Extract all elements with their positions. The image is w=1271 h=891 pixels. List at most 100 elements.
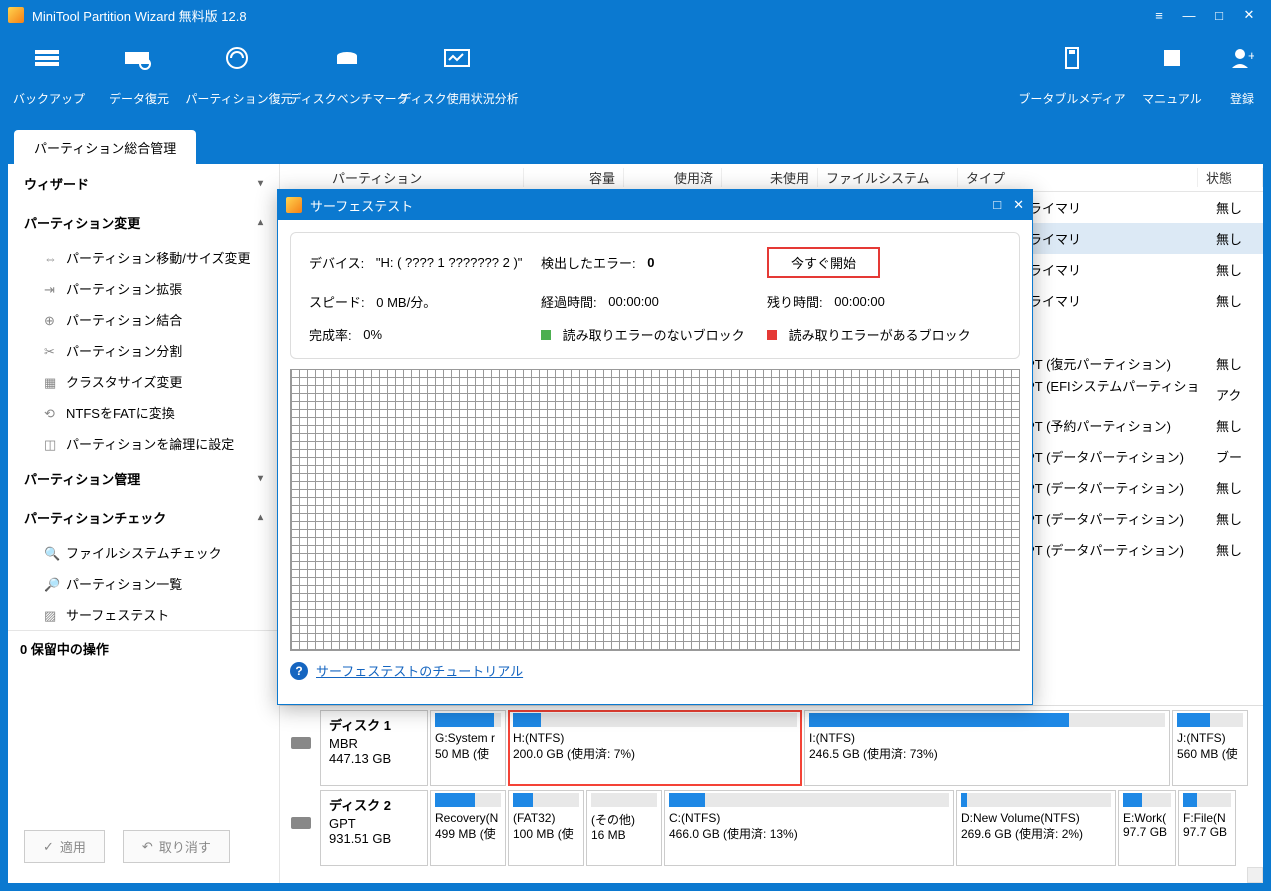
titlebar: MiniTool Partition Wizard 無料版 12.8 ≡ — □… — [0, 0, 1271, 30]
toolbar-manual[interactable]: マニュアル — [1127, 42, 1217, 130]
menu-icon[interactable]: ≡ — [1145, 5, 1173, 25]
dialog-titlebar: サーフェステスト □ ✕ — [278, 190, 1032, 220]
tutorial-link[interactable]: サーフェステストのチュートリアル — [316, 661, 523, 680]
sidebar-item[interactable]: 🔎パーティション一覧 — [8, 568, 279, 599]
sidebar-item[interactable]: ⊕パーティション結合 — [8, 304, 279, 335]
surface-test-dialog: サーフェステスト □ ✕ デバイス: "H: ( ???? 1 ??????? … — [277, 189, 1033, 705]
apply-button[interactable]: ✓適用 — [24, 830, 105, 863]
undo-button[interactable]: ↶取り消す — [123, 830, 230, 863]
chevron-down-icon: ▾ — [258, 178, 263, 189]
info-panel: デバイス: "H: ( ???? 1 ??????? 2 )" 検出したエラー:… — [290, 232, 1020, 359]
disk-partition[interactable]: G:System r50 MB (使 — [430, 710, 506, 786]
toolbar-register[interactable]: +登録 — [1217, 42, 1267, 130]
part-recover-icon — [223, 46, 255, 70]
col-type[interactable]: タイプ — [958, 168, 1198, 187]
toolbar-recover[interactable]: データ復元 — [94, 42, 184, 130]
disk-info[interactable]: ディスク 1MBR447.13 GB — [320, 710, 428, 786]
disk-partition[interactable]: I:(NTFS)246.5 GB (使用済: 73%) — [804, 710, 1170, 786]
col-unused[interactable]: 未使用 — [722, 168, 818, 187]
sidebar-manage-header[interactable]: パーティション管理▾ — [8, 459, 279, 498]
disk-partition[interactable]: Recovery(N499 MB (使 — [430, 790, 506, 866]
minimize-button[interactable]: — — [1175, 5, 1203, 25]
bench-icon — [333, 46, 365, 70]
col-fs[interactable]: ファイルシステム — [818, 168, 958, 187]
user-plus-icon: + — [1226, 46, 1258, 70]
action-icon: ⇥ — [44, 282, 58, 296]
scroll-corner — [1247, 867, 1263, 883]
action-icon: ✂ — [44, 344, 58, 358]
toolbar-bootable[interactable]: ブータブルメディア — [1017, 42, 1127, 130]
chevron-up-icon: ▴ — [258, 512, 263, 523]
usb-icon — [1056, 46, 1088, 70]
undo-icon: ↶ — [142, 839, 153, 855]
close-button[interactable]: ✕ — [1235, 5, 1263, 25]
toolbar-bench[interactable]: ディスクベンチマーク — [294, 42, 404, 130]
disk-partition[interactable]: F:File(N97.7 GB — [1178, 790, 1236, 866]
sidebar-item[interactable]: ▨サーフェステスト — [8, 599, 279, 630]
device-value: "H: ( ???? 1 ??????? 2 )" — [376, 255, 523, 270]
sidebar-item[interactable]: ⇥パーティション拡張 — [8, 273, 279, 304]
backup-icon — [33, 46, 65, 70]
remain-value: 00:00:00 — [834, 294, 885, 309]
error-count: 0 — [647, 255, 654, 270]
start-now-button[interactable]: 今すぐ開始 — [767, 247, 880, 278]
toolbar-usage[interactable]: ディスク使用状況分析 — [404, 42, 514, 130]
book-icon — [1156, 46, 1188, 70]
tab-partition-manage[interactable]: パーティション総合管理 — [14, 130, 196, 164]
disk-map: ディスク 1MBR447.13 GBG:System r50 MB (使H:(N… — [280, 705, 1263, 883]
sidebar-item[interactable]: ✂パーティション分割 — [8, 335, 279, 366]
pending-operations: 0 保留中の操作 — [8, 630, 279, 666]
disk-partition[interactable]: D:New Volume(NTFS)269.6 GB (使用済: 2%) — [956, 790, 1116, 866]
done-value: 0% — [363, 327, 382, 342]
dialog-close-button[interactable]: ✕ — [1013, 197, 1024, 213]
action-icon: 🔍 — [44, 546, 58, 560]
toolbar-backup[interactable]: バックアップ — [4, 42, 94, 130]
svg-text:+: + — [1248, 48, 1254, 63]
app-logo-icon — [8, 7, 24, 23]
app-title: MiniTool Partition Wizard 無料版 12.8 — [32, 6, 247, 25]
sidebar-item[interactable]: ⇔パーティション移動/サイズ変更 — [8, 242, 279, 273]
col-capacity[interactable]: 容量 — [524, 168, 624, 187]
action-icon: ◫ — [44, 437, 58, 451]
tabstrip: パーティション総合管理 — [0, 130, 1271, 164]
disk-partition[interactable]: (FAT32)100 MB (使 — [508, 790, 584, 866]
action-icon: ▦ — [44, 375, 58, 389]
col-partition[interactable]: パーティション — [324, 168, 524, 187]
elapsed-value: 00:00:00 — [608, 294, 659, 309]
action-icon: ⟲ — [44, 406, 58, 420]
sidebar-item[interactable]: ◫パーティションを論理に設定 — [8, 428, 279, 459]
disk-info[interactable]: ディスク 2GPT931.51 GB — [320, 790, 428, 866]
toolbar: バックアップ データ復元 パーティション復元 ディスクベンチマーク ディスク使用… — [0, 30, 1271, 130]
disk-icon — [291, 737, 311, 749]
disk-partition[interactable]: E:Work(97.7 GB — [1118, 790, 1176, 866]
disk-icon — [291, 817, 311, 829]
sidebar-item[interactable]: ▦クラスタサイズ変更 — [8, 366, 279, 397]
action-icon: 🔎 — [44, 577, 58, 591]
action-icon: ▨ — [44, 608, 58, 622]
chevron-down-icon: ▾ — [258, 473, 263, 484]
dialog-title: サーフェステスト — [310, 196, 413, 215]
action-icon: ⇔ — [44, 251, 58, 265]
dialog-maximize-button[interactable]: □ — [993, 197, 1001, 213]
sidebar-item[interactable]: 🔍ファイルシステムチェック — [8, 537, 279, 568]
disk-row: ディスク 1MBR447.13 GBG:System r50 MB (使H:(N… — [320, 710, 1255, 786]
sidebar: ウィザード▾ パーティション変更▴ ⇔パーティション移動/サイズ変更⇥パーティシ… — [8, 164, 280, 883]
disk-partition[interactable]: C:(NTFS)466.0 GB (使用済: 13%) — [664, 790, 954, 866]
maximize-button[interactable]: □ — [1205, 5, 1233, 25]
col-status[interactable]: 状態 — [1198, 168, 1263, 187]
block-grid — [290, 369, 1020, 651]
recover-icon — [123, 46, 155, 70]
ok-block-icon — [541, 330, 551, 340]
disk-partition[interactable]: J:(NTFS)560 MB (使 — [1172, 710, 1248, 786]
sidebar-change-header[interactable]: パーティション変更▴ — [8, 203, 279, 242]
col-used[interactable]: 使用済 — [624, 168, 722, 187]
sidebar-check-header[interactable]: パーティションチェック▴ — [8, 498, 279, 537]
disk-partition[interactable]: H:(NTFS)200.0 GB (使用済: 7%) — [508, 710, 802, 786]
help-icon: ? — [290, 662, 308, 680]
sidebar-wizard-header[interactable]: ウィザード▾ — [8, 164, 279, 203]
sidebar-item[interactable]: ⟲NTFSをFATに変換 — [8, 397, 279, 428]
dialog-logo-icon — [286, 197, 302, 213]
toolbar-part-recover[interactable]: パーティション復元 — [184, 42, 294, 130]
usage-icon — [443, 46, 475, 70]
disk-partition[interactable]: (その他)16 MB — [586, 790, 662, 866]
